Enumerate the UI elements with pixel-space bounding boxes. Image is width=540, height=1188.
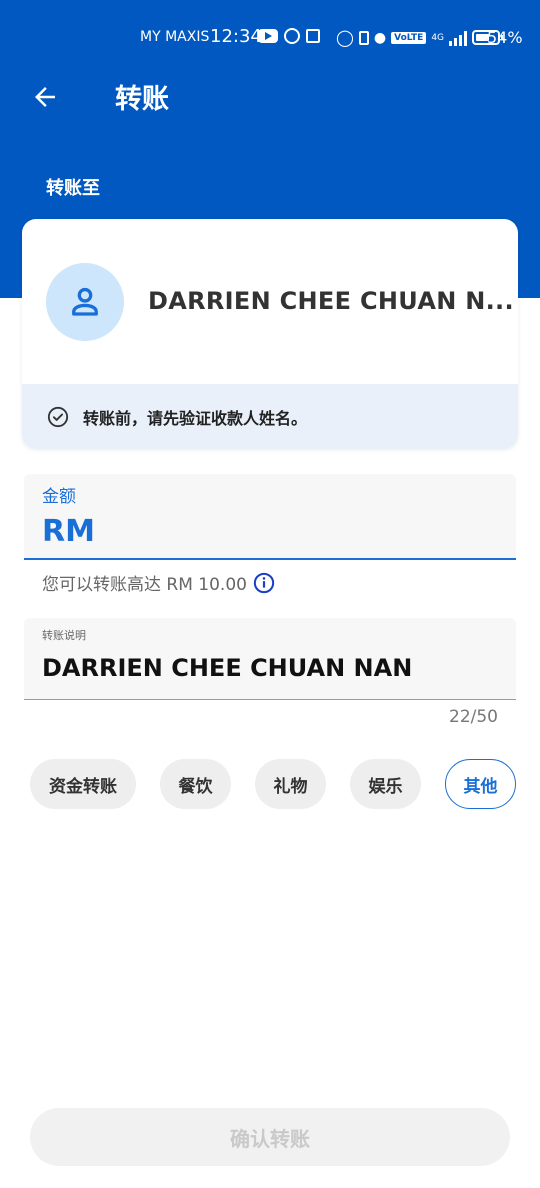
character-counter: 22/50 <box>449 707 498 727</box>
currency-prefix: RM <box>42 514 95 549</box>
status-bar: MY MAXIS 12:34 ◯ ● VoLTE 4G 54% <box>0 0 540 76</box>
signal-icon <box>449 30 468 46</box>
volte-badge: VoLTE <box>391 31 427 44</box>
battery-percent: 54% <box>487 28 523 47</box>
person-icon <box>72 287 98 316</box>
verify-notice-text: 转账前，请先验证收款人姓名。 <box>83 408 308 428</box>
check-circle-icon <box>47 406 69 427</box>
amount-input[interactable]: 金额 RM <box>24 474 516 560</box>
info-icon[interactable] <box>253 572 275 594</box>
notification-icons <box>258 28 320 44</box>
clock: 12:34 <box>210 26 262 47</box>
recipient-card: DARRIEN CHEE CHUAN N... 转账前，请先验证收款人姓名。 <box>22 219 518 449</box>
back-button[interactable] <box>30 82 66 118</box>
description-value: DARRIEN CHEE CHUAN NAN <box>42 654 413 682</box>
transfer-limit-text: 您可以转账高达 RM 10.00 <box>42 575 247 595</box>
battery-saver-icon <box>358 30 369 45</box>
touch-n-go-icon <box>306 29 320 43</box>
amount-label: 金额 <box>42 487 76 507</box>
transfer-limit-hint: 您可以转账高达 RM 10.00 <box>42 570 275 595</box>
description-label: 转账说明 <box>42 629 86 642</box>
avatar <box>46 263 124 341</box>
chip-food[interactable]: 餐饮 <box>160 759 231 809</box>
location-icon: ● <box>373 29 387 46</box>
network-type: 4G <box>431 32 445 43</box>
chip-others[interactable]: 其他 <box>445 759 516 809</box>
recipient-name: DARRIEN CHEE CHUAN N... <box>148 287 514 315</box>
chip-gift[interactable]: 礼物 <box>255 759 326 809</box>
chip-entertainment[interactable]: 娱乐 <box>350 759 421 809</box>
arrow-left-icon <box>35 87 55 107</box>
transfer-to-label: 转账至 <box>46 178 100 199</box>
page-title: 转账 <box>115 84 169 115</box>
carrier-label: MY MAXIS <box>140 29 210 45</box>
system-icons: ◯ ● VoLTE 4G <box>336 28 504 47</box>
youtube-icon <box>258 29 278 43</box>
maxis-app-icon <box>284 28 300 44</box>
confirm-transfer-button[interactable]: 确认转账 <box>30 1108 510 1166</box>
headphones-icon: ◯ <box>336 28 354 47</box>
verify-notice: 转账前，请先验证收款人姓名。 <box>22 384 518 449</box>
chip-fund-transfer[interactable]: 资金转账 <box>30 759 136 809</box>
description-input[interactable]: 转账说明 DARRIEN CHEE CHUAN NAN <box>24 618 516 700</box>
